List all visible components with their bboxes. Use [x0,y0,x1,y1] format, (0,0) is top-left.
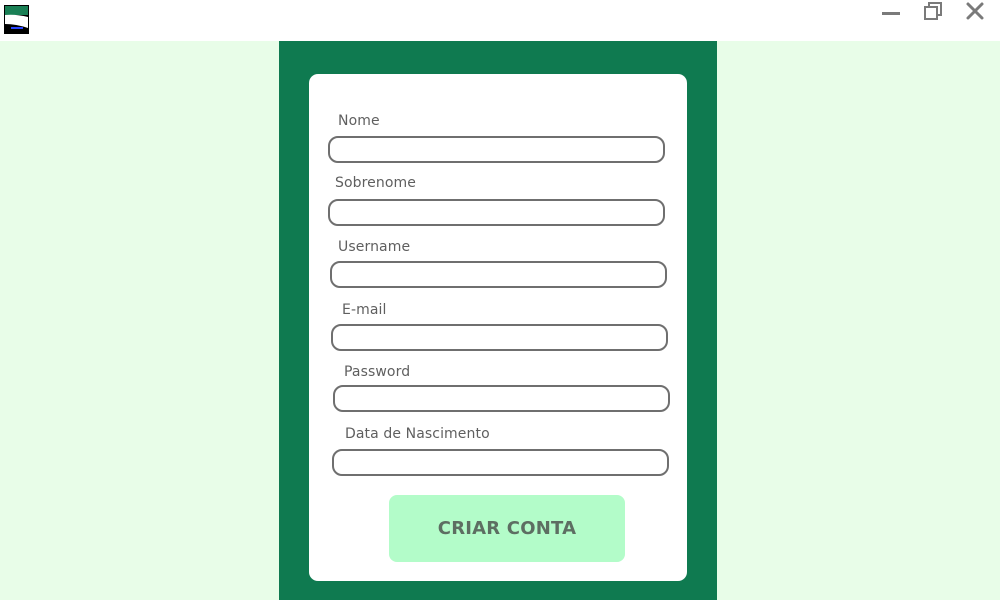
birthdate-label: Data de Nascimento [345,426,490,442]
signup-panel: Nome Sobrenome Username E-mail Password … [279,41,717,600]
minimize-button[interactable] [871,0,911,26]
nome-input[interactable] [328,136,665,163]
maximize-icon [923,1,943,25]
password-label: Password [344,364,411,380]
criar-conta-button[interactable]: CRIAR CONTA [389,495,625,562]
username-label: Username [338,239,411,255]
signup-form-card: Nome Sobrenome Username E-mail Password … [309,74,687,581]
password-input[interactable] [333,385,670,412]
sobrenome-input[interactable] [328,199,665,226]
nome-label: Nome [338,113,380,129]
maximize-button[interactable] [913,0,953,26]
close-icon [965,1,985,25]
username-input[interactable] [330,261,667,288]
sobrenome-label: Sobrenome [335,175,416,191]
app-flag-logo-icon [4,5,29,34]
email-label: E-mail [342,302,387,318]
birthdate-input[interactable] [332,449,669,476]
minimize-icon [881,1,901,25]
close-button[interactable] [955,0,995,26]
email-input[interactable] [331,324,668,351]
window-title-bar [0,0,1000,41]
